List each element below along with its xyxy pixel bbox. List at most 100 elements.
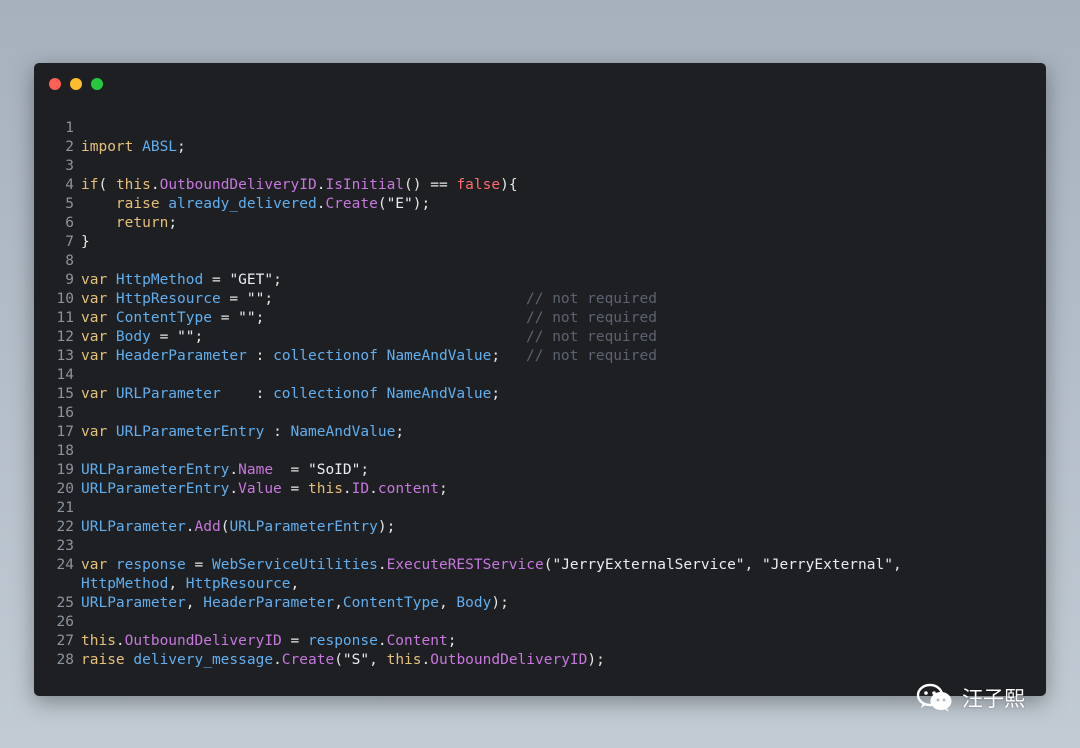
code-token: ; (491, 348, 501, 364)
code-comment: // not required (526, 348, 657, 364)
line-number: 22 (56, 519, 74, 535)
code-token: . (377, 557, 387, 573)
code-token: ; (395, 424, 405, 440)
watermark: 汪子熙 (916, 683, 1025, 713)
code-token: "SoID" (307, 462, 361, 478)
code-token: ABSL (133, 139, 178, 155)
code-line: 11 var ContentType = ""; // not required (34, 309, 1046, 328)
code-token: HeaderParameter (203, 595, 335, 611)
code-token: return (81, 215, 169, 231)
code-token: ; (447, 633, 457, 649)
code-token: URLParameter (81, 595, 186, 611)
line-number: 11 (56, 310, 74, 326)
code-comment: // not required (526, 310, 657, 326)
line-number: 24 (56, 557, 74, 573)
code-token: . (185, 519, 195, 535)
code-token: : (255, 386, 274, 402)
code-line: 8 (34, 252, 1046, 271)
line-number: 25 (56, 595, 74, 611)
code-token: = (211, 310, 239, 326)
code-token: var (81, 272, 108, 288)
code-token: "JerryExternalService" (552, 557, 745, 573)
code-token: = (281, 633, 308, 649)
line-number: 28 (56, 652, 74, 668)
line-number: 4 (65, 177, 74, 193)
code-token: "JerryExternal" (762, 557, 893, 573)
code-token: ); (377, 519, 396, 535)
code-token: ID (351, 481, 370, 497)
code-line: 20 URLParameterEntry.Value = this.ID.cont… (34, 480, 1046, 499)
code-token: raise (81, 196, 160, 212)
line-number: 17 (56, 424, 74, 440)
minimize-dot-icon[interactable] (70, 78, 82, 90)
code-line: 23 (34, 537, 1046, 556)
line-number: 9 (65, 272, 74, 288)
code-token: ); (587, 652, 605, 668)
code-block: 1 2 import ABSL; 3 4 if( this.OutboundDeliver… (34, 119, 1046, 670)
code-token: var (81, 424, 108, 440)
code-token: URLParameter (81, 519, 186, 535)
code-token: Add (194, 519, 221, 535)
code-token: . (229, 462, 239, 478)
line-number: 14 (56, 367, 74, 383)
code-token: , (168, 576, 186, 592)
code-line: 12 var Body = ""; // not required (34, 328, 1046, 347)
code-token: Value (238, 481, 282, 497)
line-number: 12 (56, 329, 74, 345)
code-token: OutboundDeliveryID (430, 652, 588, 668)
code-line: 9 var HttpMethod = "GET"; (34, 271, 1046, 290)
line-number: 19 (56, 462, 74, 478)
code-comment: // not required (526, 291, 657, 307)
code-token: collectionof (273, 386, 378, 402)
code-token: raise (81, 652, 125, 668)
code-token: var (81, 348, 108, 364)
code-token: . (273, 652, 282, 668)
code-token: , (438, 595, 457, 611)
code-token: ); (491, 595, 509, 611)
code-token: import (81, 139, 134, 155)
code-token: "E" (386, 196, 413, 212)
maximize-dot-icon[interactable] (91, 78, 103, 90)
code-token: "S" (342, 652, 370, 668)
code-line: 21 (34, 499, 1046, 518)
code-line: 15 var URLParameter : collectionof NameAn… (34, 385, 1046, 404)
code-token: already_delivered (159, 196, 317, 212)
code-line: 7} (34, 233, 1046, 252)
line-number: 10 (56, 291, 74, 307)
line-number: 27 (56, 633, 74, 649)
code-token: "GET" (229, 272, 274, 288)
code-token: this (308, 481, 343, 497)
code-token: . (229, 481, 239, 497)
close-dot-icon[interactable] (49, 78, 61, 90)
code-token: NameAndValue (377, 348, 492, 364)
code-token: URLParameterEntry (81, 462, 230, 478)
line-number: 7 (65, 234, 74, 250)
code-window: 1 2 import ABSL; 3 4 if( this.OutboundDeliver… (34, 63, 1046, 696)
code-token: ; (168, 215, 178, 231)
code-line: 10 var HttpResource = ""; // not required (34, 290, 1046, 309)
code-token: } (81, 234, 90, 250)
code-token: = (185, 557, 212, 573)
code-line: 6 return; (34, 214, 1046, 233)
line-number: 2 (65, 139, 74, 155)
code-token: ( (98, 177, 116, 193)
code-line: 2 import ABSL; (34, 138, 1046, 157)
wechat-icon (916, 683, 952, 712)
code-token: ; (255, 310, 265, 326)
code-comment: // not required (526, 329, 657, 345)
code-token: URLParameter (107, 386, 256, 402)
code-token: var (81, 386, 108, 402)
code-token: ; (438, 481, 448, 497)
code-token: var (81, 310, 108, 326)
code-token: this (115, 177, 151, 193)
code-token: var (81, 329, 108, 345)
code-token: ( (377, 196, 387, 212)
code-token: if (81, 177, 99, 193)
code-token: ( (334, 652, 343, 668)
line-number: 1 (65, 120, 74, 136)
code-line: 13 var HeaderParameter : collectionof Nam… (34, 347, 1046, 366)
code-line: 22 URLParameter.Add(URLParameterEntry); (34, 518, 1046, 537)
code-line: 1 (34, 119, 1046, 138)
code-token: "" (177, 329, 195, 345)
code-token: = (220, 291, 247, 307)
